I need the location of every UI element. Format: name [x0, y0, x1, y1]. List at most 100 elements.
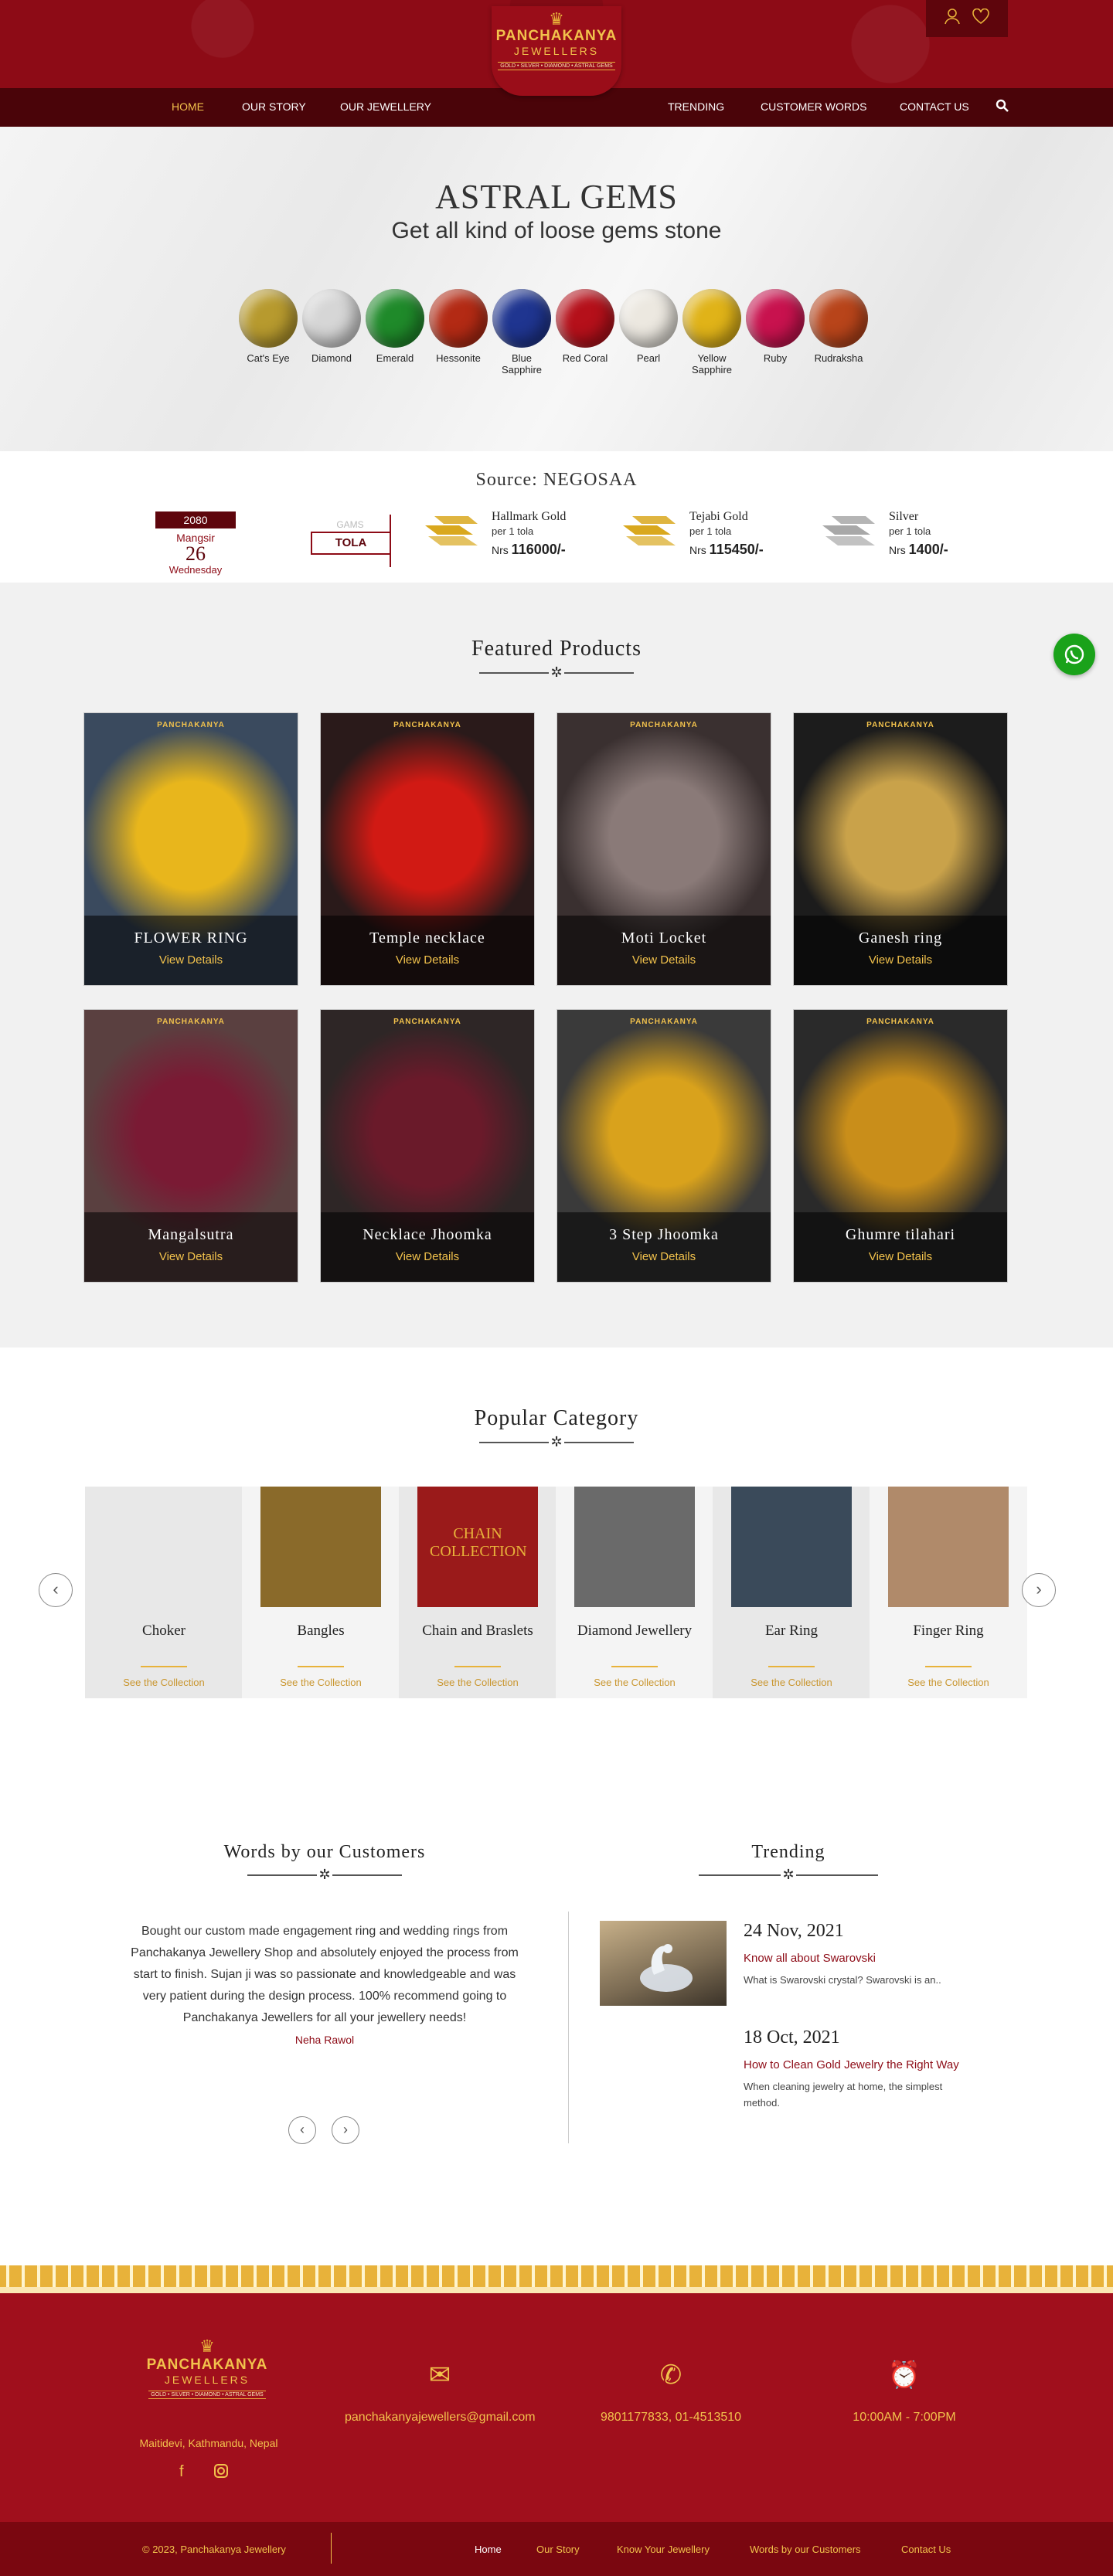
trending-post-title[interactable]: Know all about Swarovski: [744, 1952, 876, 1965]
heart-icon[interactable]: [972, 8, 989, 29]
product-card[interactable]: PANCHAKANYA FLOWER RING View Details: [83, 712, 298, 986]
hero-subtitle: Get all kind of loose gems stone: [391, 218, 722, 243]
footer-phone[interactable]: ✆ 9801177833, 01-4513510: [578, 2360, 764, 2425]
carousel-next-button[interactable]: ›: [1022, 1573, 1056, 1607]
product-card[interactable]: PANCHAKANYA Temple necklace View Details: [320, 712, 535, 986]
see-collection-link[interactable]: See the Collection: [242, 1677, 400, 1688]
product-caption: Mangalsutra View Details: [84, 1212, 298, 1282]
category-card[interactable]: CHAIN COLLECTION Chain and Braslets See th…: [399, 1487, 556, 1698]
view-details-link[interactable]: View Details: [557, 1250, 771, 1263]
see-collection-link[interactable]: See the Collection: [713, 1677, 870, 1688]
unit-grams[interactable]: GAMS: [311, 515, 391, 532]
footer-logo[interactable]: ♛ PANCHAKANYA JEWELLERS GOLD • SILVER • …: [145, 2336, 269, 2400]
see-collection-link[interactable]: See the Collection: [399, 1677, 556, 1688]
gem-name: Hessonite: [436, 352, 481, 364]
product-card[interactable]: PANCHAKANYA Moti Locket View Details: [556, 712, 771, 986]
rate-value: Nrs 115450/-: [689, 542, 764, 558]
view-details-link[interactable]: View Details: [321, 953, 534, 967]
gem-item[interactable]: Emerald: [365, 289, 425, 376]
nav-customer-words[interactable]: CUSTOMER WORDS: [761, 100, 866, 113]
brand-name: PANCHAKANYA: [495, 28, 618, 44]
nav-our-jewellery[interactable]: OUR JEWELLERY: [340, 100, 431, 113]
view-details-link[interactable]: View Details: [557, 953, 771, 967]
footer-email[interactable]: ✉ panchakanyajewellers@gmail.com: [345, 2360, 536, 2425]
search-icon[interactable]: [996, 99, 1009, 117]
gem-item[interactable]: Diamond: [301, 289, 362, 376]
gem-name: Red Coral: [562, 352, 608, 364]
instagram-icon[interactable]: [213, 2463, 229, 2483]
category-card[interactable]: Diamond Jewellery See the Collection: [556, 1487, 713, 1698]
see-collection-link[interactable]: See the Collection: [85, 1677, 243, 1688]
gem-item[interactable]: Ruby: [745, 289, 805, 376]
trending-excerpt: When cleaning jewelry at home, the simpl…: [744, 2081, 943, 2109]
gem-image: [556, 289, 614, 348]
nav-home[interactable]: HOME: [172, 100, 204, 113]
testimonial-prev-button[interactable]: ‹: [288, 2116, 316, 2144]
footer-link-contact-us[interactable]: Contact Us: [901, 2544, 951, 2555]
nav-contact-us[interactable]: CONTACT US: [900, 100, 969, 113]
view-details-link[interactable]: View Details: [84, 1250, 298, 1263]
facebook-icon[interactable]: f: [179, 2463, 184, 2481]
category-card[interactable]: Ear Ring See the Collection: [713, 1487, 870, 1698]
testimonial-next-button[interactable]: ›: [332, 2116, 359, 2144]
category-card[interactable]: Finger Ring See the Collection: [870, 1487, 1027, 1698]
gem-name: Yellow Sapphire: [691, 352, 733, 376]
gem-item[interactable]: Pearl: [618, 289, 679, 376]
footer-phone-text[interactable]: 9801177833, 01-4513510: [578, 2411, 764, 2425]
product-card[interactable]: PANCHAKANYA Ganesh ring View Details: [793, 712, 1008, 986]
hero-title: ASTRAL GEMS: [435, 178, 678, 216]
ornament-icon: ✲: [549, 664, 564, 680]
gem-item[interactable]: Blue Sapphire: [492, 289, 552, 376]
gem-item[interactable]: Cat's Eye: [238, 289, 298, 376]
product-card[interactable]: PANCHAKANYA Ghumre tilahari View Details: [793, 1009, 1008, 1283]
view-details-link[interactable]: View Details: [794, 1250, 1007, 1263]
whatsapp-icon[interactable]: [1053, 634, 1095, 675]
footer-email-text[interactable]: panchakanyajewellers@gmail.com: [345, 2411, 536, 2425]
trending-title: Trending: [751, 1842, 825, 1862]
view-details-link[interactable]: View Details: [794, 953, 1007, 967]
carousel-prev-button[interactable]: ‹: [39, 1573, 73, 1607]
date-day: 26: [186, 542, 206, 565]
product-card[interactable]: PANCHAKANYA 3 Step Jhoomka View Details: [556, 1009, 771, 1283]
brand-name: PANCHAKANYA: [146, 2357, 268, 2373]
footer-link-customer-words[interactable]: Words by our Customers: [750, 2544, 861, 2555]
category-underline: [454, 1666, 501, 1667]
category-image: [104, 1487, 224, 1607]
trending-post-title[interactable]: How to Clean Gold Jewelry the Right Way: [744, 2058, 959, 2071]
product-card[interactable]: PANCHAKANYA Mangalsutra View Details: [83, 1009, 298, 1283]
brand-logo[interactable]: ♛ PANCHAKANYA JEWELLERS GOLD • SILVER • …: [492, 6, 621, 96]
product-card[interactable]: PANCHAKANYA Necklace Jhoomka View Details: [320, 1009, 535, 1283]
category-card[interactable]: Choker See the Collection: [85, 1487, 243, 1698]
unit-toggle[interactable]: GAMS TOLA: [311, 515, 391, 567]
category-card[interactable]: Bangles See the Collection: [242, 1487, 400, 1698]
brand-sub: JEWELLERS: [513, 45, 600, 57]
user-icon[interactable]: [945, 8, 960, 29]
product-caption: Ganesh ring View Details: [794, 916, 1007, 985]
unit-tola[interactable]: TOLA: [311, 532, 391, 555]
footer-link-know-your-jewellery[interactable]: Know Your Jewellery: [617, 2544, 710, 2555]
rate-currency: Nrs: [889, 544, 906, 556]
gem-item[interactable]: Red Coral: [555, 289, 615, 376]
category-title: Popular Category: [474, 1406, 639, 1430]
view-details-link[interactable]: View Details: [321, 1250, 534, 1263]
see-collection-link[interactable]: See the Collection: [556, 1677, 713, 1688]
gem-item[interactable]: Yellow Sapphire: [682, 289, 742, 376]
gem-item[interactable]: Rudraksha: [808, 289, 869, 376]
nav-our-story[interactable]: OUR STORY: [242, 100, 306, 113]
view-details-link[interactable]: View Details: [84, 953, 298, 967]
footer-link-our-story[interactable]: Our Story: [536, 2544, 580, 2555]
trending-thumbnail[interactable]: [600, 1921, 727, 2006]
footer-link-home[interactable]: Home: [475, 2544, 502, 2555]
mail-icon: ✉: [428, 2360, 451, 2390]
category-underline: [298, 1666, 344, 1667]
product-name: Ganesh ring: [858, 929, 943, 946]
trending-date: 18 Oct, 2021: [744, 2027, 840, 2048]
testimonials-trending: Words by our Customers ✲ Bought our cust…: [0, 1811, 1113, 2265]
unit-divider: [311, 555, 391, 567]
gem-item[interactable]: Hessonite: [428, 289, 488, 376]
see-collection-link[interactable]: See the Collection: [870, 1677, 1027, 1688]
rate-value: Nrs 1400/-: [889, 542, 948, 558]
nav-trending[interactable]: TRENDING: [668, 100, 724, 113]
swan-image: [640, 1944, 693, 1992]
gem-image: [809, 289, 868, 348]
